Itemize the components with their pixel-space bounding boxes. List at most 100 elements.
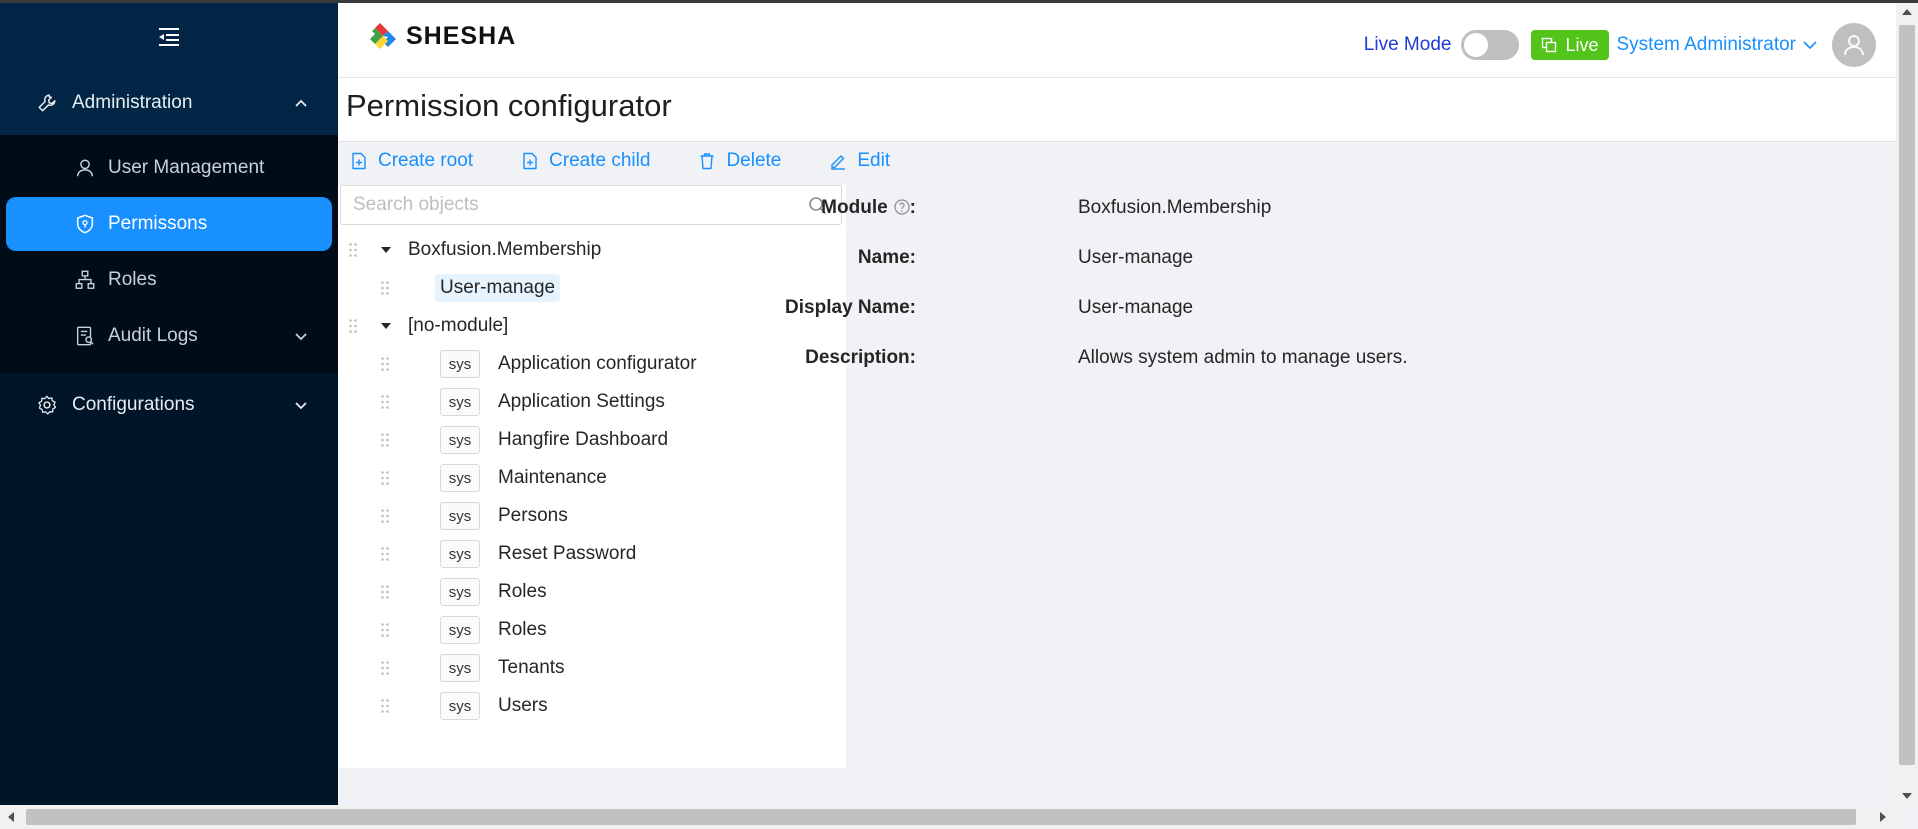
scroll-up-arrow-icon[interactable] [1902,9,1912,15]
drag-handle-icon[interactable] [380,584,390,600]
tree-node-permission[interactable]: sys Hangfire Dashboard [338,421,846,459]
caret-down-icon[interactable] [380,320,392,332]
drag-handle-icon[interactable] [380,280,390,296]
drag-handle-icon[interactable] [380,660,390,676]
create-root-button[interactable]: Create root [350,150,473,172]
sidebar-submenu-administration: User Management Permissons Roles Audit L… [0,135,338,373]
app-logo[interactable]: SHESHA [368,21,516,51]
tree-node-permission[interactable]: sys Application configurator [338,345,846,383]
copy-icon [1542,37,1557,53]
tree-node-permission[interactable]: sys Tenants [338,649,846,687]
drag-handle-icon[interactable] [380,698,390,714]
sidebar-item-roles[interactable]: Roles [6,253,332,307]
tree-node-module[interactable]: Boxfusion.Membership [338,231,846,269]
search-input[interactable] [341,186,805,224]
page-title: Permission configurator [346,88,672,123]
sys-tag: sys [440,692,480,720]
sidebar-item-label: User Management [108,157,265,178]
drag-handle-icon[interactable] [348,242,358,258]
chevron-up-icon [295,99,307,107]
avatar[interactable] [1832,23,1876,67]
delete-button[interactable]: Delete [698,150,781,172]
permissions-tree-panel: Boxfusion.Membership User-manage [no-mod… [338,185,846,768]
tree-node-permission[interactable]: User-manage [338,269,846,307]
drag-handle-icon[interactable] [380,508,390,524]
live-mode-label: Live Mode [1363,34,1452,55]
drag-handle-icon[interactable] [380,622,390,638]
sidebar-item-audit-logs[interactable]: Audit Logs [6,309,332,363]
tree-node-label: Application Settings [498,391,665,412]
detail-label: Name: [857,247,916,268]
tree-node-label-selected[interactable]: User-manage [435,274,561,302]
drag-handle-icon[interactable] [380,432,390,448]
tree-node-label: Maintenance [498,467,607,488]
create-child-button[interactable]: Create child [521,150,650,172]
tree-node-label: Roles [498,581,547,602]
edit-label: Edit [857,150,891,171]
tree-node-permission[interactable]: sys Persons [338,497,846,535]
user-name: System Administrator [1616,34,1797,55]
wrench-icon [36,92,58,114]
gear-icon [36,394,58,416]
drag-handle-icon[interactable] [348,318,358,334]
user-menu[interactable]: System Administrator [1617,34,1819,56]
tree-node-permission[interactable]: sys Users [338,687,846,725]
tree-node-permission[interactable]: sys Maintenance [338,459,846,497]
caret-down-icon[interactable] [380,244,392,256]
drag-handle-icon[interactable] [380,546,390,562]
header-actions: Live Mode Live System Administrator [1364,23,1876,67]
user-icon [74,157,96,179]
sidebar-item-label: Administration [72,92,193,113]
sidebar-item-permissions[interactable]: Permissons [6,197,332,251]
permission-details: Module: Boxfusion.Membership Name: User-… [785,185,1746,385]
tree-node-permission[interactable]: sys Reset Password [338,535,846,573]
tree-node-permission[interactable]: sys Application Settings [338,383,846,421]
sys-tag: sys [440,426,480,454]
sys-tag: sys [440,578,480,606]
sys-tag: sys [440,616,480,644]
shesha-logo-icon [370,23,396,49]
user-avatar-icon [1844,35,1864,56]
detail-value: Boxfusion.Membership [1078,197,1272,218]
switch-knob [1464,33,1489,57]
detail-label: Display Name: [785,297,916,318]
tree-node-permission[interactable]: sys Roles [338,573,846,611]
vertical-scroll-thumb[interactable] [1899,25,1915,765]
scroll-right-arrow-icon[interactable] [1880,812,1886,822]
edit-button[interactable]: Edit [829,150,890,172]
horizontal-scrollbar[interactable] [0,805,1896,829]
shield-icon [74,213,96,235]
toolbar: Create root Create child Delete Edit [350,150,938,172]
audit-icon [74,325,96,347]
edit-icon [831,155,846,170]
tree-node-label: Application configurator [498,353,697,374]
vertical-scrollbar[interactable] [1896,3,1918,805]
drag-handle-icon[interactable] [380,394,390,410]
sidebar-item-user-management[interactable]: User Management [6,141,332,195]
sitemap-icon [74,269,96,291]
live-button[interactable]: Live [1531,30,1609,60]
horizontal-scroll-thumb[interactable] [26,809,1856,825]
drag-handle-icon[interactable] [380,470,390,486]
drag-handle-icon[interactable] [380,356,390,372]
detail-row-display-name: Display Name: User-manage [785,285,1746,335]
tree-node-permission[interactable]: sys Roles [338,611,846,649]
sidebar-item-label: Roles [108,269,157,290]
question-circle-icon[interactable] [894,199,910,215]
detail-value: User-manage [1078,297,1194,318]
permissions-tree: Boxfusion.Membership User-manage [no-mod… [338,231,846,725]
detail-row-module: Module: Boxfusion.Membership [821,185,1746,235]
logo-text: SHESHA [406,21,517,50]
scroll-left-arrow-icon[interactable] [8,812,14,822]
chevron-down-icon [1803,41,1817,50]
sidebar-item-administration[interactable]: Administration [0,71,338,135]
sidebar-collapse-button[interactable] [0,3,338,71]
scroll-down-arrow-icon[interactable] [1902,793,1912,799]
live-mode-switch[interactable] [1461,30,1520,60]
tree-node-module[interactable]: [no-module] [338,307,846,345]
sidebar-item-configurations[interactable]: Configurations [0,373,338,437]
sys-tag: sys [440,464,480,492]
sys-tag: sys [440,502,480,530]
detail-value: Allows system admin to manage users. [1078,347,1408,368]
file-add-icon [523,152,537,170]
